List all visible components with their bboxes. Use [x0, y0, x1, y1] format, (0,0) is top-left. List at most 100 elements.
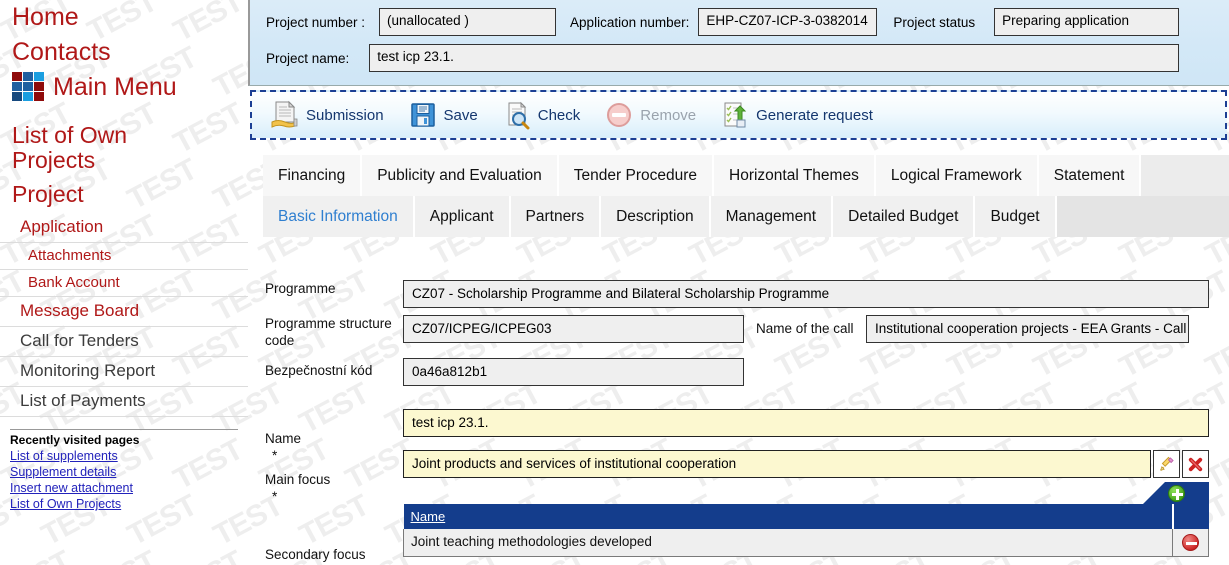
- plus-icon: [1167, 484, 1185, 502]
- sidebar-item-message-board[interactable]: Message Board: [0, 297, 248, 327]
- column-header-actions: [1171, 504, 1209, 529]
- column-header-name: Name: [403, 504, 1173, 529]
- submission-button-label: Submission: [306, 106, 384, 124]
- recent-link-list-of-own-projects[interactable]: List of Own Projects: [10, 496, 238, 512]
- tab-publicity-and-evaluation[interactable]: Publicity and Evaluation: [362, 155, 559, 196]
- secondary-focus-add-tab: [403, 482, 1209, 504]
- red-x-icon: [1188, 457, 1203, 471]
- remove-button-label: Remove: [640, 106, 697, 124]
- sidebar-item-application[interactable]: Application: [0, 213, 248, 243]
- name-of-the-call-field[interactable]: Institutional cooperation projects - EEA…: [866, 315, 1189, 343]
- recent-link-supplement-details[interactable]: Supplement details: [10, 464, 238, 480]
- security-code-field[interactable]: 0a46a812b1: [403, 358, 744, 386]
- programme-label: Programme: [265, 281, 336, 296]
- table-header-row: Name: [403, 504, 1209, 529]
- application-number-label: Application number:: [570, 14, 690, 30]
- project-status-label: Project status: [893, 14, 976, 30]
- tab-row-primary: Basic Information Applicant Partners Des…: [263, 196, 1229, 237]
- sidebar-item-home[interactable]: Home: [0, 0, 248, 35]
- tab-partners[interactable]: Partners: [510, 196, 602, 237]
- sidebar-section-project[interactable]: Project: [0, 181, 248, 207]
- tab-financing[interactable]: Financing: [263, 155, 363, 196]
- minus-icon[interactable]: [1182, 533, 1199, 551]
- recently-visited-pages: Recently visited pages List of supplemen…: [10, 429, 238, 512]
- main-focus-edit-button[interactable]: [1153, 450, 1180, 478]
- field-programme-structure-code: Programme structure code CZ07/ICPEG/ICPE…: [265, 315, 1189, 349]
- name-field[interactable]: test icp 23.1.: [403, 409, 1209, 437]
- secondary-focus-table: Name Joint teaching methodologies develo…: [403, 504, 1209, 557]
- main-focus-field[interactable]: Joint products and services of instituti…: [403, 450, 1151, 478]
- field-security-code: Bezpečnostní kód 0a46a812b1: [265, 358, 744, 386]
- field-secondary-focus-label: Secondary focus *: [265, 529, 403, 565]
- grid-icon: [12, 72, 44, 101]
- column-header-name-link[interactable]: Name: [411, 509, 446, 524]
- recent-link-insert-new-attachment[interactable]: Insert new attachment: [10, 480, 238, 496]
- sidebar-item-monitoring-report[interactable]: Monitoring Report: [0, 357, 248, 387]
- tab-logical-framework[interactable]: Logical Framework: [875, 155, 1039, 196]
- security-code-label: Bezpečnostní kód: [265, 363, 373, 378]
- tab-row-filler-2: [1056, 196, 1229, 237]
- save-button[interactable]: Save: [408, 100, 478, 130]
- recently-visited-title: Recently visited pages: [10, 433, 140, 447]
- sidebar: Home Contacts Main Menu List of Own Proj…: [0, 0, 248, 565]
- project-number-field[interactable]: (unallocated ): [379, 8, 557, 36]
- add-secondary-focus-button[interactable]: [1143, 482, 1209, 504]
- tab-horizontal-themes[interactable]: Horizontal Themes: [714, 155, 876, 196]
- sidebar-main-menu-label: Main Menu: [53, 72, 177, 101]
- main-focus-delete-button[interactable]: [1182, 450, 1209, 478]
- tab-applicant[interactable]: Applicant: [414, 196, 511, 237]
- tab-tender-procedure[interactable]: Tender Procedure: [558, 155, 715, 196]
- generate-request-icon: [720, 100, 750, 130]
- tab-row-secondary: Financing Publicity and Evaluation Tende…: [263, 155, 1229, 196]
- sidebar-section-label-1: Project: [12, 181, 84, 207]
- sidebar-item-list-of-payments[interactable]: List of Payments: [0, 387, 248, 417]
- generate-request-button[interactable]: Generate request: [720, 100, 873, 130]
- tab-basic-information[interactable]: Basic Information: [263, 196, 415, 237]
- generate-request-button-label: Generate request: [756, 106, 873, 124]
- sidebar-item-main-menu[interactable]: Main Menu: [0, 72, 248, 101]
- secondary-focus-label-text: Secondary focus: [265, 547, 366, 562]
- project-header-panel: Project number : (unallocated ) Applicat…: [248, 0, 1229, 86]
- secondary-focus-row-name: Joint teaching methodologies developed: [403, 529, 1173, 557]
- app-page: TEST TEST TEST TEST TEST TEST TEST TEST TEST TEST…: [0, 0, 1229, 565]
- main-focus-required-marker: *: [272, 489, 278, 504]
- check-button[interactable]: Check: [502, 100, 581, 130]
- sidebar-item-contacts[interactable]: Contacts: [0, 35, 248, 70]
- recent-link-list-of-supplements[interactable]: List of supplements: [10, 448, 238, 464]
- project-number-label: Project number :: [266, 14, 366, 30]
- pencil-icon: [1160, 456, 1174, 471]
- secondary-focus-row-remove-cell: [1172, 529, 1209, 557]
- action-toolbar: Submission Save Check Remove Generate re…: [250, 90, 1227, 140]
- programme-structure-code-label: Programme structure code: [265, 316, 392, 348]
- sidebar-section-list-of-own-projects[interactable]: List of Own Projects: [0, 123, 180, 173]
- table-row[interactable]: Joint teaching methodologies developed: [403, 529, 1209, 557]
- sidebar-item-bank-account[interactable]: Bank Account: [0, 270, 248, 297]
- main-focus-label-text: Main focus: [265, 472, 331, 487]
- sidebar-item-attachments[interactable]: Attachments: [0, 243, 248, 270]
- tab-management[interactable]: Management: [710, 196, 834, 237]
- tab-row-filler-1: [1141, 155, 1229, 196]
- save-icon: [408, 100, 438, 130]
- project-name-field[interactable]: test icp 23.1.: [369, 44, 1180, 72]
- name-of-the-call-label: Name of the call: [756, 321, 854, 336]
- remove-button: Remove: [604, 100, 696, 130]
- submission-button[interactable]: Submission: [270, 100, 384, 130]
- main-focus-label: Main focus *: [265, 450, 403, 505]
- tab-statement[interactable]: Statement: [1038, 155, 1142, 196]
- sidebar-section-label-0: List of Own Projects: [12, 122, 128, 173]
- project-name-label: Project name:: [266, 50, 350, 66]
- programme-structure-code-field[interactable]: CZ07/ICPEG/ICPEG03: [403, 315, 744, 343]
- tab-detailed-budget[interactable]: Detailed Budget: [833, 196, 976, 237]
- project-status-field[interactable]: Preparing application: [994, 8, 1180, 36]
- tab-description[interactable]: Description: [601, 196, 711, 237]
- application-number-field[interactable]: EHP-CZ07-ICP-3-0382014: [698, 8, 878, 36]
- secondary-focus-label: Secondary focus *: [265, 529, 403, 565]
- check-button-label: Check: [537, 106, 581, 124]
- secondary-focus-grid: Name Joint teaching methodologies develo…: [403, 482, 1209, 557]
- field-programme: Programme CZ07 - Scholarship Programme a…: [265, 280, 1209, 308]
- tab-strip: Financing Publicity and Evaluation Tende…: [263, 155, 1229, 237]
- sidebar-item-call-for-tenders[interactable]: Call for Tenders: [0, 327, 248, 357]
- save-button-label: Save: [443, 106, 478, 124]
- tab-budget[interactable]: Budget: [975, 196, 1057, 237]
- programme-field[interactable]: CZ07 - Scholarship Programme and Bilater…: [403, 280, 1209, 308]
